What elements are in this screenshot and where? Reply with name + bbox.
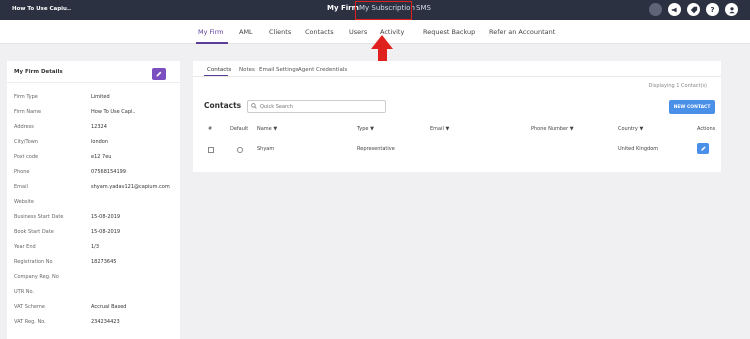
col-number: #	[208, 126, 213, 132]
default-radio[interactable]	[237, 147, 243, 153]
firm-brand[interactable]: How To Use Capiu..	[12, 6, 71, 12]
highlight-box	[355, 1, 412, 20]
megaphone-icon[interactable]	[668, 3, 681, 16]
contacts-title: Contacts	[204, 101, 242, 110]
pencil-icon	[156, 71, 162, 77]
firm-details-panel: My Firm Details Firm Type Limited Firm Na…	[7, 61, 180, 339]
tab-divider	[193, 76, 721, 77]
subnav-my-firm[interactable]: My Firm	[198, 28, 223, 36]
tab-agent-credentials[interactable]: Agent Credentials	[298, 67, 347, 73]
subnav-users[interactable]: Users	[349, 28, 367, 36]
cell-name[interactable]: Shyam	[257, 146, 274, 152]
col-email[interactable]: Email ▼	[430, 126, 449, 132]
col-country[interactable]: Country ▼	[618, 126, 643, 132]
cell-type: Representative	[357, 146, 395, 152]
subnav-clients[interactable]: Clients	[269, 28, 291, 36]
subnav-active-indicator	[196, 42, 228, 44]
firm-details-header: My Firm Details	[7, 61, 180, 83]
quick-search[interactable]	[247, 100, 386, 113]
firm-details-title: My Firm Details	[14, 69, 63, 75]
col-default: Default	[230, 126, 249, 132]
cell-country: United Kingdom	[618, 146, 659, 152]
avatar-blank-icon[interactable]	[649, 3, 662, 16]
tab-contacts[interactable]: Contacts	[207, 67, 231, 73]
edit-contact-button[interactable]	[697, 143, 709, 154]
user-icon[interactable]	[725, 3, 738, 16]
subnav-aml[interactable]: AML	[239, 28, 253, 36]
search-input[interactable]	[260, 102, 382, 111]
subnav-refer-accountant[interactable]: Refer an Accountant	[489, 28, 555, 36]
new-contact-button[interactable]: NEW CONTACT	[669, 100, 715, 114]
col-phone[interactable]: Phone Number ▼	[531, 126, 574, 132]
topnav-sms[interactable]: SMS	[416, 4, 431, 12]
row-checkbox[interactable]	[208, 147, 214, 153]
pencil-icon	[700, 146, 706, 151]
tab-notes[interactable]: Notes	[239, 67, 255, 73]
tab-email-settings[interactable]: Email Settings	[259, 67, 299, 73]
edit-firm-button[interactable]	[152, 68, 166, 80]
col-actions: Actions	[697, 126, 716, 132]
top-icons: ?	[649, 3, 738, 16]
col-name[interactable]: Name ▼	[257, 126, 277, 132]
arrow-up-icon	[371, 35, 393, 49]
contacts-panel: Contacts Notes Email Settings Agent Cred…	[193, 61, 721, 172]
contacts-count: Displaying 1 Contact(s)	[648, 83, 707, 89]
help-icon[interactable]: ?	[706, 3, 719, 16]
tag-icon[interactable]	[687, 3, 700, 16]
subnav-request-backup[interactable]: Request Backup	[423, 28, 475, 36]
search-icon	[251, 103, 257, 111]
subnav-contacts[interactable]: Contacts	[305, 28, 334, 36]
col-type[interactable]: Type ▼	[357, 126, 374, 132]
